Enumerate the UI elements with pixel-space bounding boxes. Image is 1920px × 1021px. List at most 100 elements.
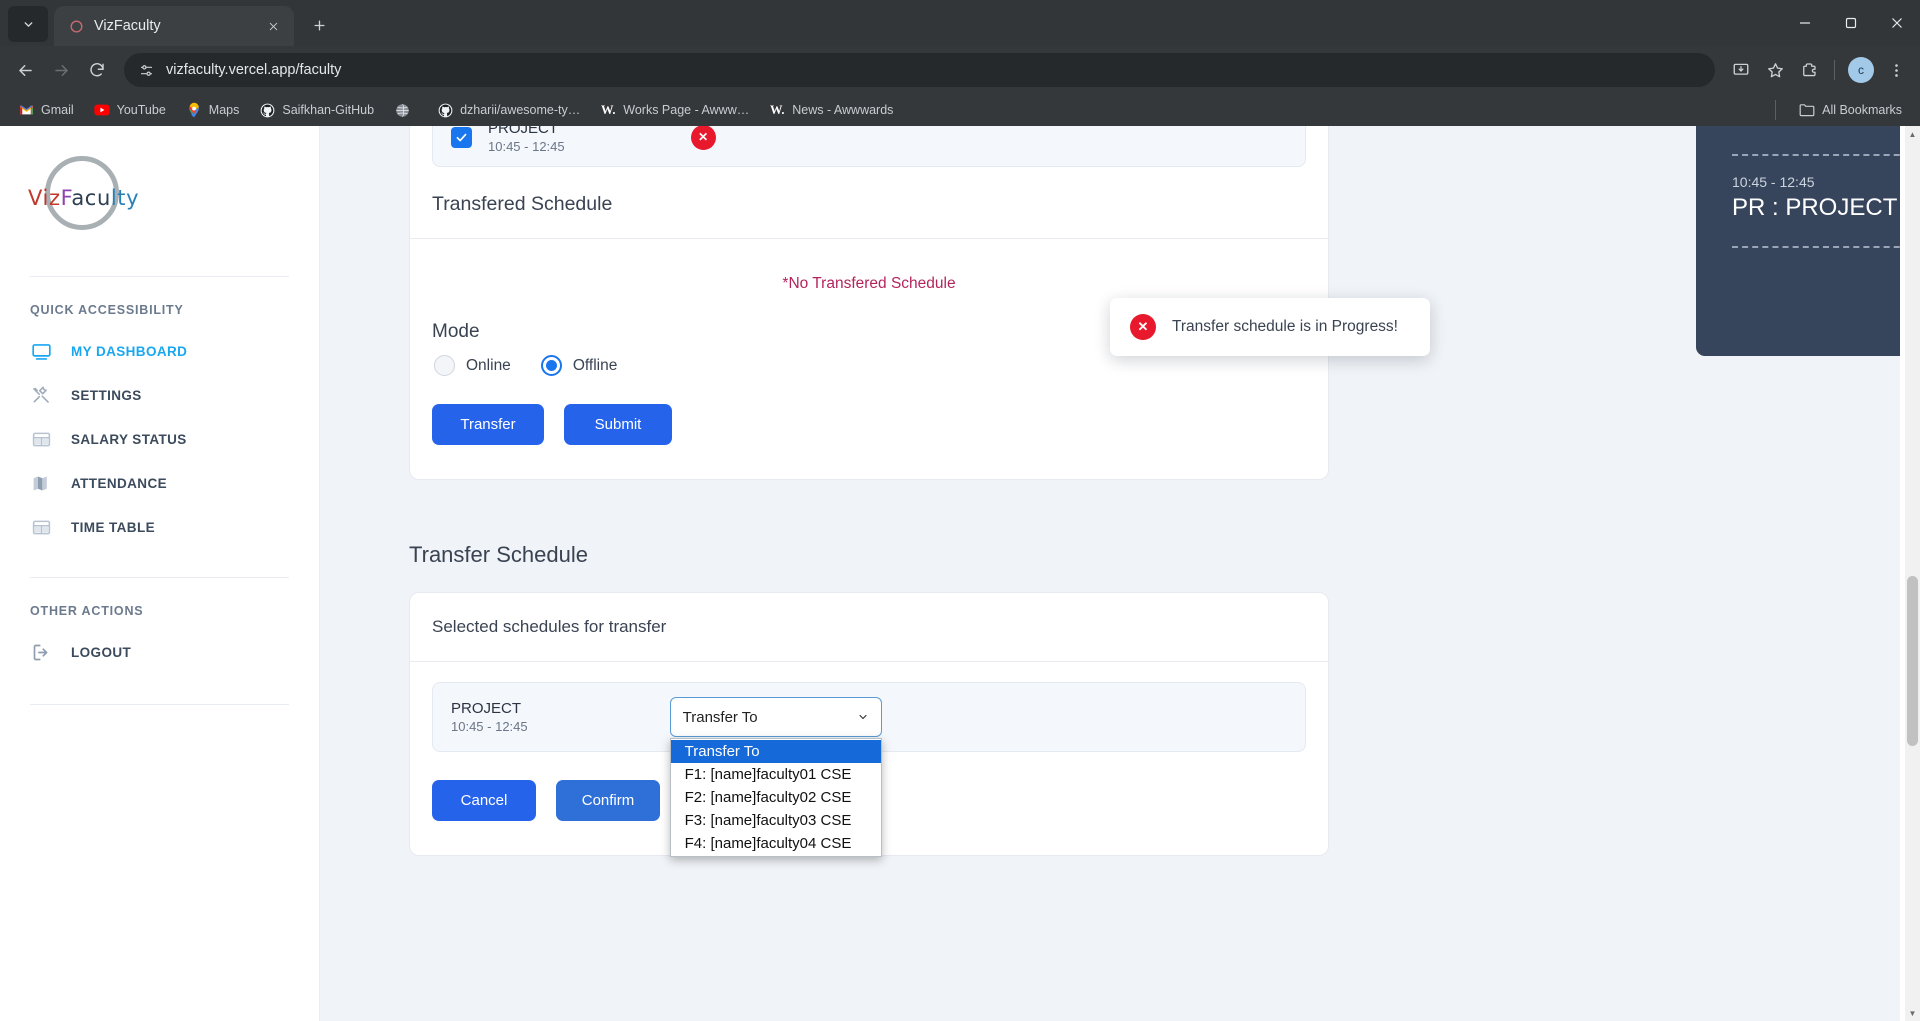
logo-part-2: F	[60, 186, 72, 210]
bookmark-youtube[interactable]: YouTube	[86, 98, 174, 122]
logo-part-1: Viz	[28, 186, 61, 210]
bookmarks-bar: Gmail YouTube Maps Saifkhan-GitHub dzhar…	[0, 94, 1920, 126]
bookmark-globe[interactable]	[386, 98, 425, 122]
transfer-row-time: 10:45 - 12:45	[451, 719, 528, 734]
tab-search-button[interactable]	[8, 6, 48, 42]
sidebar-item-time-table[interactable]: TIME TABLE	[0, 505, 319, 549]
install-app-icon[interactable]	[1725, 54, 1757, 86]
bookmark-saifkhan-github[interactable]: Saifkhan-GitHub	[251, 98, 382, 122]
address-bar[interactable]: vizfaculty.vercel.app/faculty	[124, 53, 1715, 87]
delete-schedule-button[interactable]: ✕	[690, 126, 716, 150]
bookmark-awesome-ty[interactable]: dzharii/awesome-ty…	[429, 98, 588, 122]
sidebar: VizFaculty QUICK ACCESSIBILITY MY DASHBO…	[0, 126, 320, 1021]
plus-icon	[313, 19, 325, 31]
tab-strip: VizFaculty	[0, 0, 1920, 46]
mode-option-label: Offline	[572, 356, 618, 374]
page-viewport: VizFaculty QUICK ACCESSIBILITY MY DASHBO…	[0, 126, 1920, 1021]
delete-x-icon: ✕	[698, 130, 709, 144]
main-content: PROJECT 10:45 - 12:45 ✕ Transfered Sched…	[320, 126, 1900, 1021]
browser-tab[interactable]: VizFaculty	[54, 6, 294, 46]
bookmark-maps[interactable]: Maps	[178, 98, 248, 122]
sidebar-item-label: SETTINGS	[71, 387, 142, 403]
transfer-to-select[interactable]: Transfer To	[669, 697, 882, 737]
bookmark-star-icon[interactable]	[1759, 54, 1791, 86]
panel-time: 10:45 - 12:45	[1732, 174, 1815, 190]
toolbar-divider	[1834, 60, 1835, 80]
chevron-down-icon	[24, 21, 32, 27]
window-close-button[interactable]	[1874, 0, 1920, 46]
all-bookmarks-section: All Bookmarks	[1768, 98, 1910, 122]
three-dot-menu-icon[interactable]	[1880, 54, 1912, 86]
select-option[interactable]: F2: [name]faculty02 CSE	[671, 786, 881, 809]
panel-title: PR : PROJECT	[1732, 194, 1898, 221]
window-maximize-button[interactable]	[1828, 0, 1874, 46]
bookmark-label: Gmail	[41, 103, 74, 117]
transfer-to-options-list: Transfer To F1: [name]faculty01 CSE F2: …	[669, 738, 882, 857]
scroll-up-arrow[interactable]: ▲	[1905, 126, 1920, 142]
confirm-button[interactable]: Confirm	[556, 780, 660, 821]
new-tab-button[interactable]	[303, 9, 335, 41]
schedule-checkbox[interactable]	[451, 126, 472, 148]
transfer-row: PROJECT 10:45 - 12:45 Transfer To Transf…	[432, 682, 1306, 857]
selected-schedule-chip: PROJECT 10:45 - 12:45 ✕	[432, 126, 1306, 167]
bookmark-news-awwwards[interactable]: W. News - Awwwards	[761, 98, 901, 122]
minimize-icon	[1800, 22, 1810, 24]
extensions-icon[interactable]	[1793, 54, 1825, 86]
panel-divider-top	[1732, 154, 1900, 156]
map-book-icon	[30, 472, 52, 494]
panel-divider-bottom	[1732, 246, 1900, 248]
sidebar-item-label: LOGOUT	[71, 644, 132, 660]
toast-message: Transfer schedule is in Progress!	[1172, 318, 1398, 335]
page-scrollbar[interactable]: ▲ ▼	[1905, 126, 1920, 1021]
select-option[interactable]: F3: [name]faculty03 CSE	[671, 809, 881, 832]
app-logo[interactable]: VizFaculty	[0, 126, 319, 276]
schedule-time: 10:45 - 12:45	[488, 139, 565, 154]
logout-icon	[30, 641, 52, 663]
reload-button[interactable]	[80, 53, 114, 87]
tab-title: VizFaculty	[94, 18, 161, 34]
tools-icon	[30, 384, 52, 406]
mode-option-offline[interactable]: Offline	[540, 355, 618, 376]
radio-online[interactable]	[434, 355, 455, 376]
bookmark-works-page[interactable]: W. Works Page - Awww…	[592, 98, 757, 122]
schedule-name: PROJECT	[488, 126, 559, 137]
sidebar-item-label: ATTENDANCE	[71, 475, 167, 491]
schedule-chip-text: PROJECT 10:45 - 12:45	[488, 126, 565, 154]
select-option[interactable]: F1: [name]faculty01 CSE	[671, 763, 881, 786]
forward-button[interactable]	[44, 53, 78, 87]
avatar[interactable]: c	[1848, 57, 1874, 83]
checkmark-icon	[456, 133, 467, 141]
scroll-down-arrow[interactable]: ▼	[1905, 1005, 1920, 1021]
transfer-row-text: PROJECT 10:45 - 12:45	[451, 700, 528, 734]
cancel-button[interactable]: Cancel	[432, 780, 536, 821]
tab-close-button[interactable]	[262, 15, 284, 37]
sidebar-section-other-actions: OTHER ACTIONS	[30, 604, 144, 618]
transfer-to-select-wrapper: Transfer To Transfer To F1: [name]facult…	[669, 697, 882, 857]
browser-toolbar: vizfaculty.vercel.app/faculty c	[0, 46, 1920, 94]
transfer-schedule-heading: Transfer Schedule	[409, 542, 588, 567]
youtube-icon	[93, 102, 110, 118]
sidebar-item-label: SALARY STATUS	[71, 431, 187, 447]
sidebar-item-salary-status[interactable]: SALARY STATUS	[0, 417, 319, 461]
transfer-button[interactable]: Transfer	[432, 404, 544, 445]
select-option[interactable]: Transfer To	[670, 740, 881, 763]
back-button[interactable]	[8, 53, 42, 87]
sidebar-item-logout[interactable]: LOGOUT	[0, 630, 319, 674]
logo-part-4: lty	[110, 186, 140, 210]
all-bookmarks-label: All Bookmarks	[1822, 103, 1902, 117]
bookmark-label: Saifkhan-GitHub	[282, 103, 375, 117]
sidebar-item-my-dashboard[interactable]: MY DASHBOARD	[0, 329, 319, 373]
globe-icon	[394, 102, 410, 118]
submit-button[interactable]: Submit	[564, 404, 672, 445]
radio-offline[interactable]	[540, 355, 562, 376]
window-minimize-button[interactable]	[1782, 0, 1828, 46]
tune-icon[interactable]	[138, 62, 155, 79]
reload-icon	[90, 63, 104, 77]
sidebar-item-attendance[interactable]: ATTENDANCE	[0, 461, 319, 505]
sidebar-item-settings[interactable]: SETTINGS	[0, 373, 319, 417]
bookmark-gmail[interactable]: Gmail	[10, 98, 82, 122]
all-bookmarks-button[interactable]: All Bookmarks	[1791, 98, 1910, 122]
mode-option-online[interactable]: Online	[434, 355, 511, 376]
scrollbar-thumb[interactable]	[1907, 576, 1918, 746]
select-option[interactable]: F4: [name]faculty04 CSE	[671, 832, 881, 855]
